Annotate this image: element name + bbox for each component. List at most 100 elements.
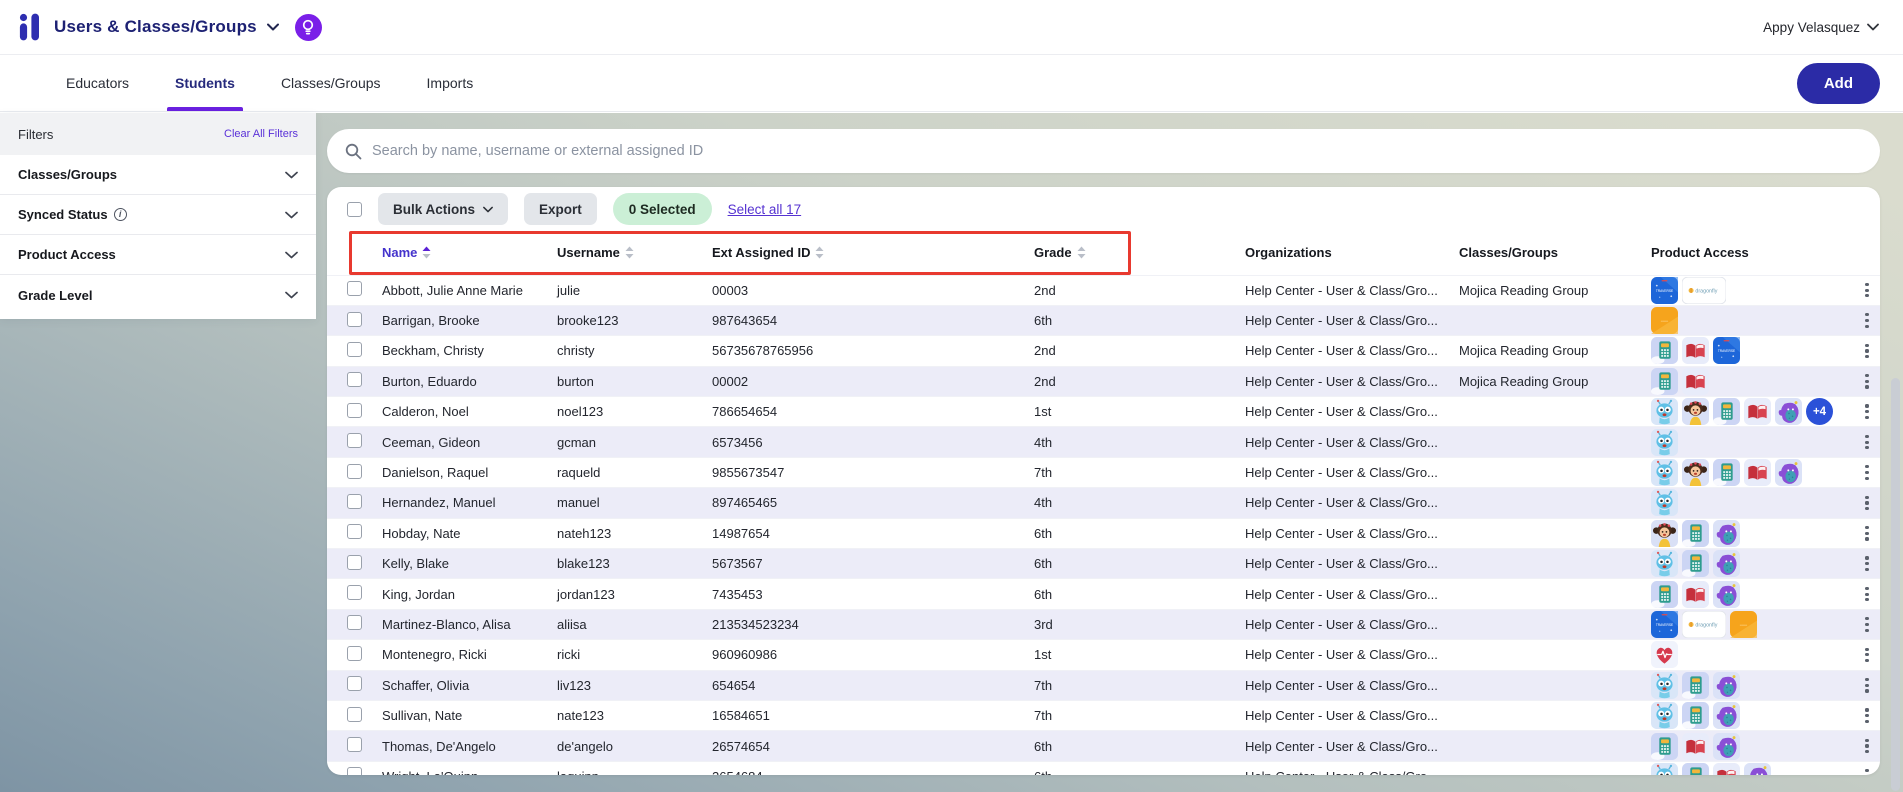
kebab-menu-icon[interactable] [1854,370,1880,393]
row-checkbox[interactable] [347,524,362,539]
cell-product-access [1642,731,1845,761]
row-checkbox[interactable] [347,433,362,448]
cell-organizations: Help Center - User & Class/Gro... [1236,640,1450,670]
tab-students[interactable]: Students [175,55,235,111]
user-menu[interactable]: Appy Velasquez [1763,20,1879,35]
cell-classes-groups [1450,488,1642,518]
row-checkbox[interactable] [347,676,362,691]
cell-product-access [1642,488,1845,518]
kebab-menu-icon[interactable] [1854,461,1880,484]
select-all-checkbox[interactable] [347,202,362,217]
cell-row-menu [1845,700,1880,730]
bulk-actions-button[interactable]: Bulk Actions [378,193,508,225]
add-button[interactable]: Add [1797,63,1880,104]
cell-organizations: Help Center - User & Class/Gro... [1236,488,1450,518]
row-checkbox[interactable] [347,555,362,570]
column-header-name[interactable]: Name [373,231,548,275]
filter-section-synced-status[interactable]: Synced Statusi [0,195,316,235]
product-icon-robot-app [1651,763,1678,775]
column-header-ext-assigned-id[interactable]: Ext Assigned ID [703,231,1025,275]
product-icon-monster-app [1744,763,1771,775]
kebab-menu-icon[interactable] [1854,279,1880,302]
cell-classes-groups [1450,700,1642,730]
cell-name: Hobday, Nate [373,518,548,548]
filter-section-classes-groups[interactable]: Classes/Groups [0,155,316,195]
row-checkbox[interactable] [347,312,362,327]
product-icon-heart-app [1651,641,1678,668]
cell-grade: 1st [1025,397,1236,427]
product-icon-calculator-app [1651,733,1678,760]
cell-ext-assigned-id: 00003 [703,275,1025,305]
cell-row-menu [1845,670,1880,700]
kebab-menu-icon[interactable] [1854,400,1880,423]
row-checkbox[interactable] [347,494,362,509]
row-checkbox[interactable] [347,464,362,479]
row-checkbox[interactable] [347,737,362,752]
kebab-menu-icon[interactable] [1854,583,1880,606]
product-icon-monster-app [1713,672,1740,699]
cell-name: Kelly, Blake [373,549,548,579]
help-lightbulb-button[interactable] [295,14,322,41]
export-button[interactable]: Export [524,193,597,225]
kebab-menu-icon[interactable] [1854,522,1880,545]
cell-ext-assigned-id: 987643654 [703,305,1025,335]
cell-name: Danielson, Raquel [373,457,548,487]
tab-classes-groups[interactable]: Classes/Groups [281,55,381,111]
kebab-menu-icon[interactable] [1854,309,1880,332]
cell-product-access [1642,427,1845,457]
kebab-menu-icon[interactable] [1854,552,1880,575]
column-header-username[interactable]: Username [548,231,703,275]
chevron-down-icon [1867,23,1879,31]
product-icon-monster-app [1775,459,1802,486]
vertical-scrollbar-thumb[interactable] [1891,378,1900,791]
kebab-menu-icon[interactable] [1854,340,1880,363]
row-checkbox[interactable] [347,372,362,387]
column-label: Ext Assigned ID [712,245,810,260]
row-checkbox[interactable] [347,403,362,418]
row-checkbox[interactable] [347,615,362,630]
info-icon[interactable]: i [114,208,127,221]
search-input[interactable] [372,143,1862,159]
cell-grade: 4th [1025,427,1236,457]
cell-organizations: Help Center - User & Class/Gro... [1236,397,1450,427]
filter-section-product-access[interactable]: Product Access [0,235,316,275]
cell-classes-groups [1450,640,1642,670]
cell-organizations: Help Center - User & Class/Gro... [1236,700,1450,730]
cell-grade: 6th [1025,731,1236,761]
product-icon-dragonfly-app: dragonfly [1682,611,1726,638]
kebab-menu-icon[interactable] [1854,735,1880,758]
cell-username: brooke123 [548,305,703,335]
product-icon-calculator-app [1682,550,1709,577]
table-row: Hernandez, Manuelmanuel8974654654thHelp … [327,488,1880,518]
cell-row-menu [1845,397,1880,427]
title-chevron-down-icon[interactable] [267,23,279,31]
kebab-menu-icon[interactable] [1854,765,1880,775]
cell-product-access [1642,670,1845,700]
cell-row-menu [1845,549,1880,579]
kebab-menu-icon[interactable] [1854,613,1880,636]
kebab-menu-icon[interactable] [1854,644,1880,667]
row-checkbox[interactable] [347,585,362,600]
product-icon-robot-app [1651,702,1678,729]
kebab-menu-icon[interactable] [1854,704,1880,727]
tab-imports[interactable]: Imports [427,55,474,111]
kebab-menu-icon[interactable] [1854,431,1880,454]
cell-username: julie [548,275,703,305]
kebab-menu-icon[interactable] [1854,492,1880,515]
filter-section-grade-level[interactable]: Grade Level [0,275,316,315]
cell-classes-groups: Mojica Reading Group [1450,366,1642,396]
cell-product-access [1642,518,1845,548]
row-checkbox[interactable] [347,707,362,722]
row-checkbox[interactable] [347,281,362,296]
select-all-link[interactable]: Select all 17 [728,202,802,217]
filters-title: Filters [18,127,53,142]
cell-ext-assigned-id: 16584651 [703,700,1025,730]
tab-educators[interactable]: Educators [66,55,129,111]
column-header-grade[interactable]: Grade [1025,231,1236,275]
row-checkbox[interactable] [347,767,362,775]
row-checkbox[interactable] [347,646,362,661]
clear-all-filters-link[interactable]: Clear All Filters [224,128,298,140]
more-products-badge[interactable]: +4 [1806,398,1833,425]
row-checkbox[interactable] [347,342,362,357]
kebab-menu-icon[interactable] [1854,674,1880,697]
